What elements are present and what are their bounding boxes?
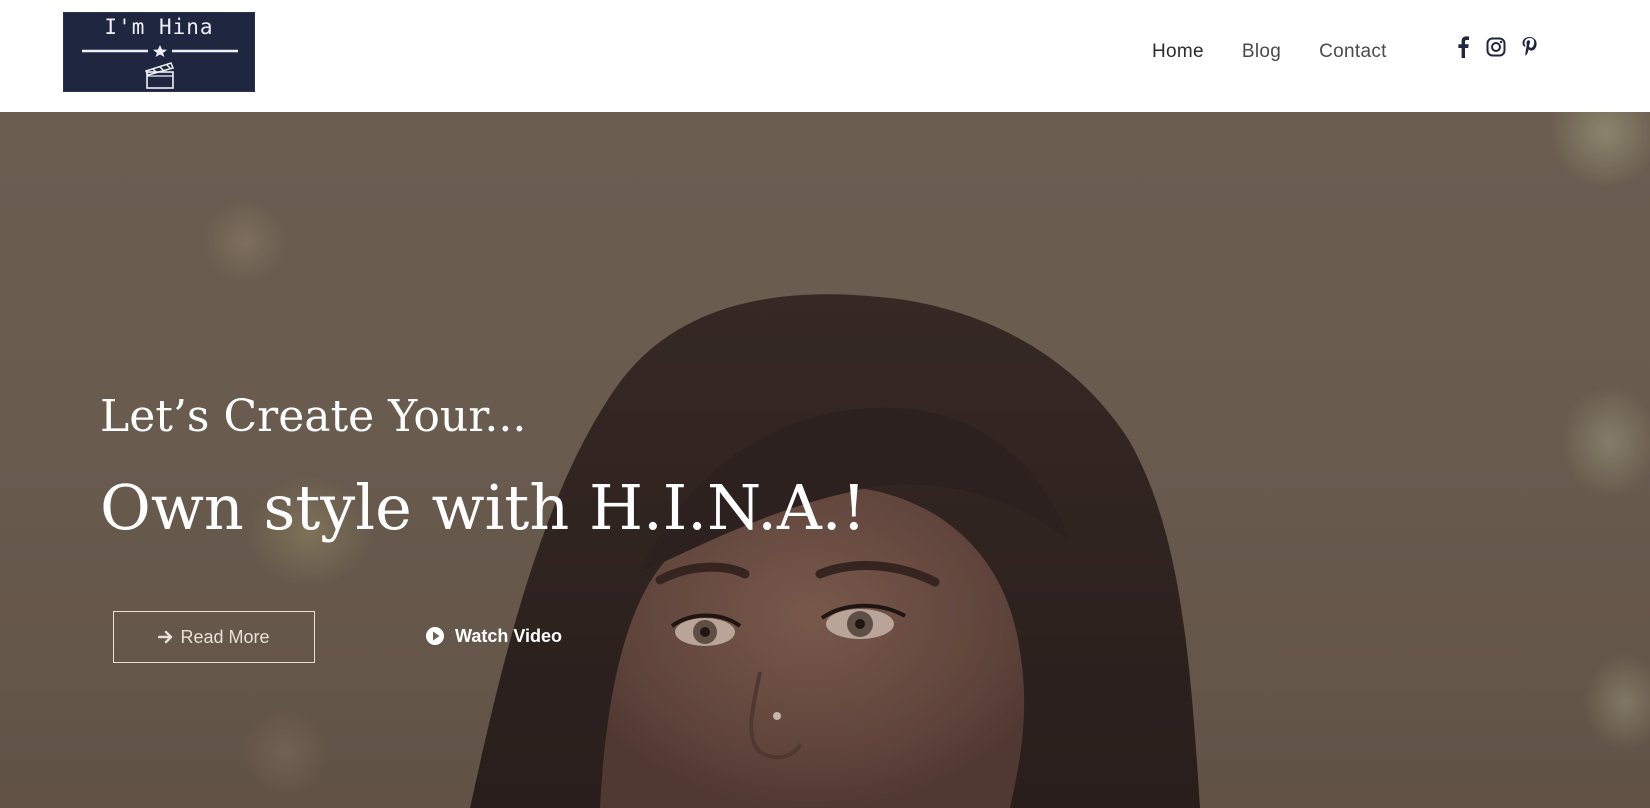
- nav-blog[interactable]: Blog: [1242, 41, 1281, 63]
- hero-banner: Let’s Create Your... Own style with H.I.…: [0, 112, 1650, 808]
- clapperboard-icon: [144, 62, 175, 89]
- play-circle-icon: [425, 626, 445, 646]
- read-more-label: Read More: [180, 626, 270, 647]
- site-header: I'm Hina Home Blog Contact: [0, 0, 1650, 112]
- hero-subtitle: Let’s Create Your...: [100, 391, 527, 442]
- nav-home[interactable]: Home: [1152, 41, 1204, 63]
- read-more-button[interactable]: Read More: [113, 611, 315, 663]
- watch-video-label: Watch Video: [455, 625, 563, 646]
- arrow-right-icon: [158, 630, 174, 644]
- watch-video-button[interactable]: Watch Video: [425, 622, 562, 650]
- hero-title: Own style with H.I.N.A.!: [100, 471, 867, 544]
- pinterest-icon[interactable]: [1518, 35, 1540, 59]
- instagram-icon[interactable]: [1485, 35, 1507, 59]
- star-divider-icon: [82, 45, 238, 57]
- hero-overlay: [0, 112, 1650, 808]
- facebook-icon[interactable]: [1452, 35, 1474, 59]
- main-nav: Home Blog Contact: [1152, 38, 1425, 66]
- social-links: [1452, 35, 1551, 59]
- nav-contact[interactable]: Contact: [1319, 41, 1387, 63]
- site-logo[interactable]: I'm Hina: [63, 12, 255, 92]
- logo-text: I'm Hina: [104, 15, 214, 39]
